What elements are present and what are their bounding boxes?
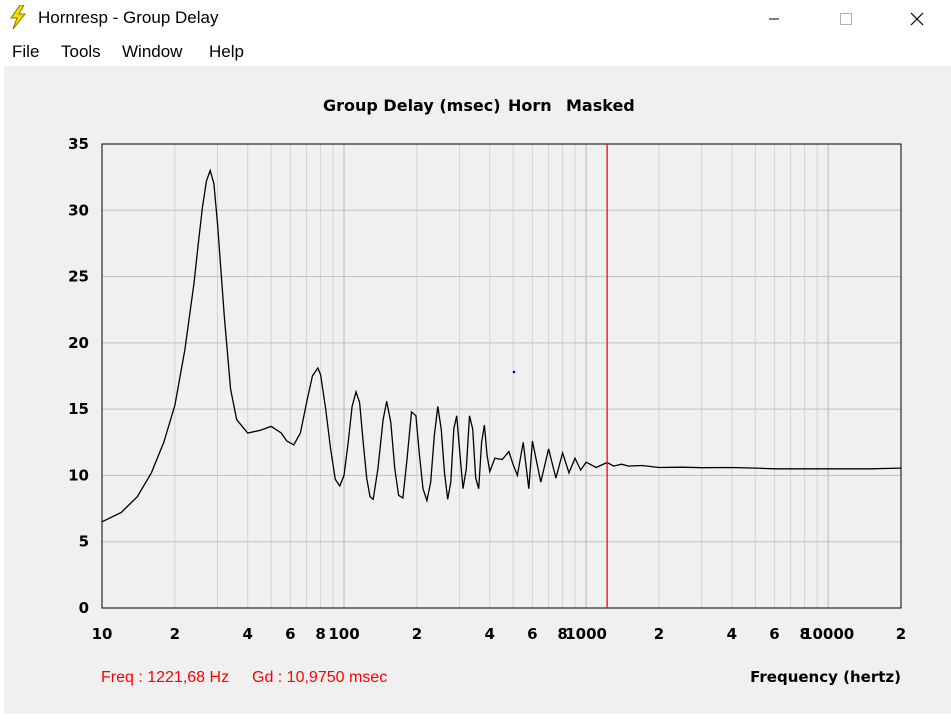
minimize-button[interactable] [751,0,797,37]
group-delay-readout: Gd : 10,9750 msec [252,669,387,686]
close-icon [910,12,924,25]
menu-bar: File Tools Window Help [0,37,951,66]
marker-dot [512,370,516,374]
y-tick-label: 5 [79,533,89,551]
x-tick-label: 2 [654,625,664,643]
x-axis-ticks: 10 2 4 6 8 100 2 4 6 81000 2 4 6 810000 2 [92,625,907,643]
chart-panel[interactable]: Group Delay (msec) Horn Masked 35 30 25 20 1… [4,66,951,714]
y-tick-label: 10 [68,466,89,484]
menu-window[interactable]: Window [122,42,182,62]
plot-frame [101,143,902,609]
y-tick-label: 0 [79,599,89,617]
x-tick-label: 2 [412,625,422,643]
window-title: Hornresp - Group Delay [38,8,219,27]
x-tick-label: 4 [485,625,495,643]
chart-grid [102,144,901,608]
y-tick-label: 15 [68,400,89,418]
x-tick-label: 4 [727,625,737,643]
title-bar[interactable]: Hornresp - Group Delay [0,0,951,37]
chart-title-main: Group Delay (msec) [323,96,501,115]
lightning-bolt-icon [10,5,27,29]
y-tick-label: 30 [68,201,89,219]
window-bottom-edge [0,714,951,719]
chart-title-horn: Horn [508,96,552,115]
group-delay-curve [101,168,902,523]
x-tick-label: 6 [285,625,295,643]
x-tick-label: 6 [769,625,779,643]
x-tick-label: 1000 [565,625,607,643]
x-tick-label: 100 [328,625,359,643]
group-delay-chart[interactable]: Group Delay (msec) Horn Masked 353025201… [4,66,951,714]
menu-file[interactable]: File [12,42,39,62]
x-tick-label: 2 [896,625,906,643]
maximize-icon [840,12,852,25]
y-tick-label: 20 [68,334,89,352]
y-tick-label: 35 [68,135,89,153]
maximize-button[interactable] [823,0,869,37]
y-axis-ticks: 35 30 25 20 15 10 5 0 [68,135,89,617]
y-tick-label: 25 [68,268,89,286]
frequency-readout: Freq : 1221,68 Hz [101,669,229,686]
x-tick-label: 10 [92,625,113,643]
minimize-icon [769,18,779,19]
menu-help[interactable]: Help [209,42,244,62]
x-tick-label: 8 [315,625,325,643]
x-axis-label: Frequency (hertz) [750,668,901,686]
x-tick-label: 2 [170,625,180,643]
x-tick-label: 6 [527,625,537,643]
chart-title-masked: Masked [566,96,635,115]
menu-tools[interactable]: Tools [61,42,101,62]
x-tick-label: 10000 [802,625,854,643]
x-tick-label: 4 [243,625,253,643]
close-button[interactable] [894,0,940,37]
